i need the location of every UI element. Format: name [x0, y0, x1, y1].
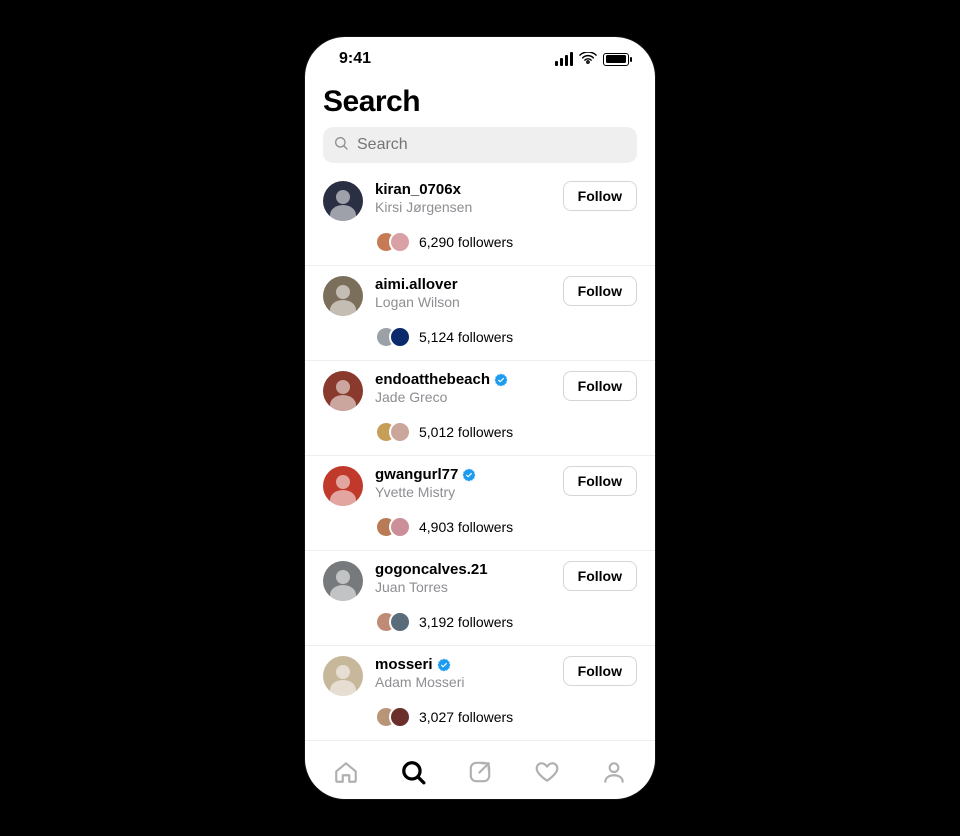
fullname: Juan Torres — [375, 579, 551, 595]
search-field[interactable] — [323, 127, 637, 163]
username: endoatthebeach — [375, 371, 490, 388]
avatar[interactable] — [323, 181, 363, 221]
tab-activity[interactable] — [533, 758, 561, 786]
status-indicators — [555, 52, 629, 66]
status-time: 9:41 — [339, 50, 371, 68]
follow-button[interactable]: Follow — [563, 371, 637, 401]
mini-avatar — [389, 706, 411, 728]
results-list: kiran_0706xKirsi Jørgensen Follow 6,290 fo… — [305, 171, 655, 745]
battery-icon — [603, 53, 629, 66]
mini-avatar — [389, 421, 411, 443]
cellular-icon — [555, 52, 573, 66]
user-row[interactable]: gogoncalves.21Juan Torres Follow 3,192 fol… — [305, 551, 655, 646]
username: gwangurl77 — [375, 466, 458, 483]
wifi-icon — [579, 52, 597, 66]
username: gogoncalves.21 — [375, 561, 488, 578]
follow-button[interactable]: Follow — [563, 276, 637, 306]
follower-avatars — [375, 326, 411, 348]
verified-badge-icon — [437, 658, 451, 672]
tab-profile[interactable] — [600, 758, 628, 786]
tab-search[interactable] — [399, 758, 427, 786]
username: aimi.allover — [375, 276, 458, 293]
followers-meta: 5,124 followers — [375, 326, 637, 348]
followers-meta: 3,192 followers — [375, 611, 637, 633]
tab-home[interactable] — [332, 758, 360, 786]
username: kiran_0706x — [375, 181, 461, 198]
verified-badge-icon — [494, 373, 508, 387]
followers-count: 6,290 followers — [419, 234, 513, 250]
avatar[interactable] — [323, 371, 363, 411]
username: mosseri — [375, 656, 433, 673]
followers-meta: 3,027 followers — [375, 706, 637, 728]
user-row[interactable]: aimi.alloverLogan Wilson Follow 5,124 foll… — [305, 266, 655, 361]
follow-button[interactable]: Follow — [563, 561, 637, 591]
fullname: Adam Mosseri — [375, 674, 551, 690]
followers-meta: 6,290 followers — [375, 231, 637, 253]
follower-avatars — [375, 421, 411, 443]
follower-avatars — [375, 231, 411, 253]
follow-button[interactable]: Follow — [563, 656, 637, 686]
avatar[interactable] — [323, 656, 363, 696]
followers-meta: 5,012 followers — [375, 421, 637, 443]
tab-bar — [305, 745, 655, 799]
follower-avatars — [375, 706, 411, 728]
fullname: Jade Greco — [375, 389, 551, 405]
follower-avatars — [375, 516, 411, 538]
mini-avatar — [389, 516, 411, 538]
mini-avatar — [389, 326, 411, 348]
fullname: Logan Wilson — [375, 294, 551, 310]
user-row[interactable]: endoatthebeachJade Greco Follow 5,012 foll… — [305, 361, 655, 456]
followers-count: 3,027 followers — [419, 709, 513, 725]
user-row[interactable]: gwangurl77Yvette Mistry Follow 4,903 follo… — [305, 456, 655, 551]
mini-avatar — [389, 231, 411, 253]
avatar[interactable] — [323, 276, 363, 316]
follow-button[interactable]: Follow — [563, 466, 637, 496]
avatar[interactable] — [323, 561, 363, 601]
fullname: Yvette Mistry — [375, 484, 551, 500]
phone-frame: 9:41 Search kiran_0706xKirsi — [305, 37, 655, 799]
search-input[interactable] — [357, 136, 627, 154]
fullname: Kirsi Jørgensen — [375, 199, 551, 215]
verified-badge-icon — [462, 468, 476, 482]
tab-compose[interactable] — [466, 758, 494, 786]
page-title: Search — [323, 85, 637, 119]
follow-button[interactable]: Follow — [563, 181, 637, 211]
followers-count: 3,192 followers — [419, 614, 513, 630]
followers-meta: 4,903 followers — [375, 516, 637, 538]
user-row[interactable]: kiran_0706xKirsi Jørgensen Follow 6,290 fo… — [305, 171, 655, 266]
search-icon — [333, 135, 349, 156]
page-header: Search — [305, 81, 655, 127]
status-bar: 9:41 — [305, 37, 655, 81]
user-row[interactable]: mosseriAdam Mosseri Follow 3,027 followers — [305, 646, 655, 741]
avatar[interactable] — [323, 466, 363, 506]
followers-count: 5,012 followers — [419, 424, 513, 440]
followers-count: 5,124 followers — [419, 329, 513, 345]
mini-avatar — [389, 611, 411, 633]
follower-avatars — [375, 611, 411, 633]
followers-count: 4,903 followers — [419, 519, 513, 535]
